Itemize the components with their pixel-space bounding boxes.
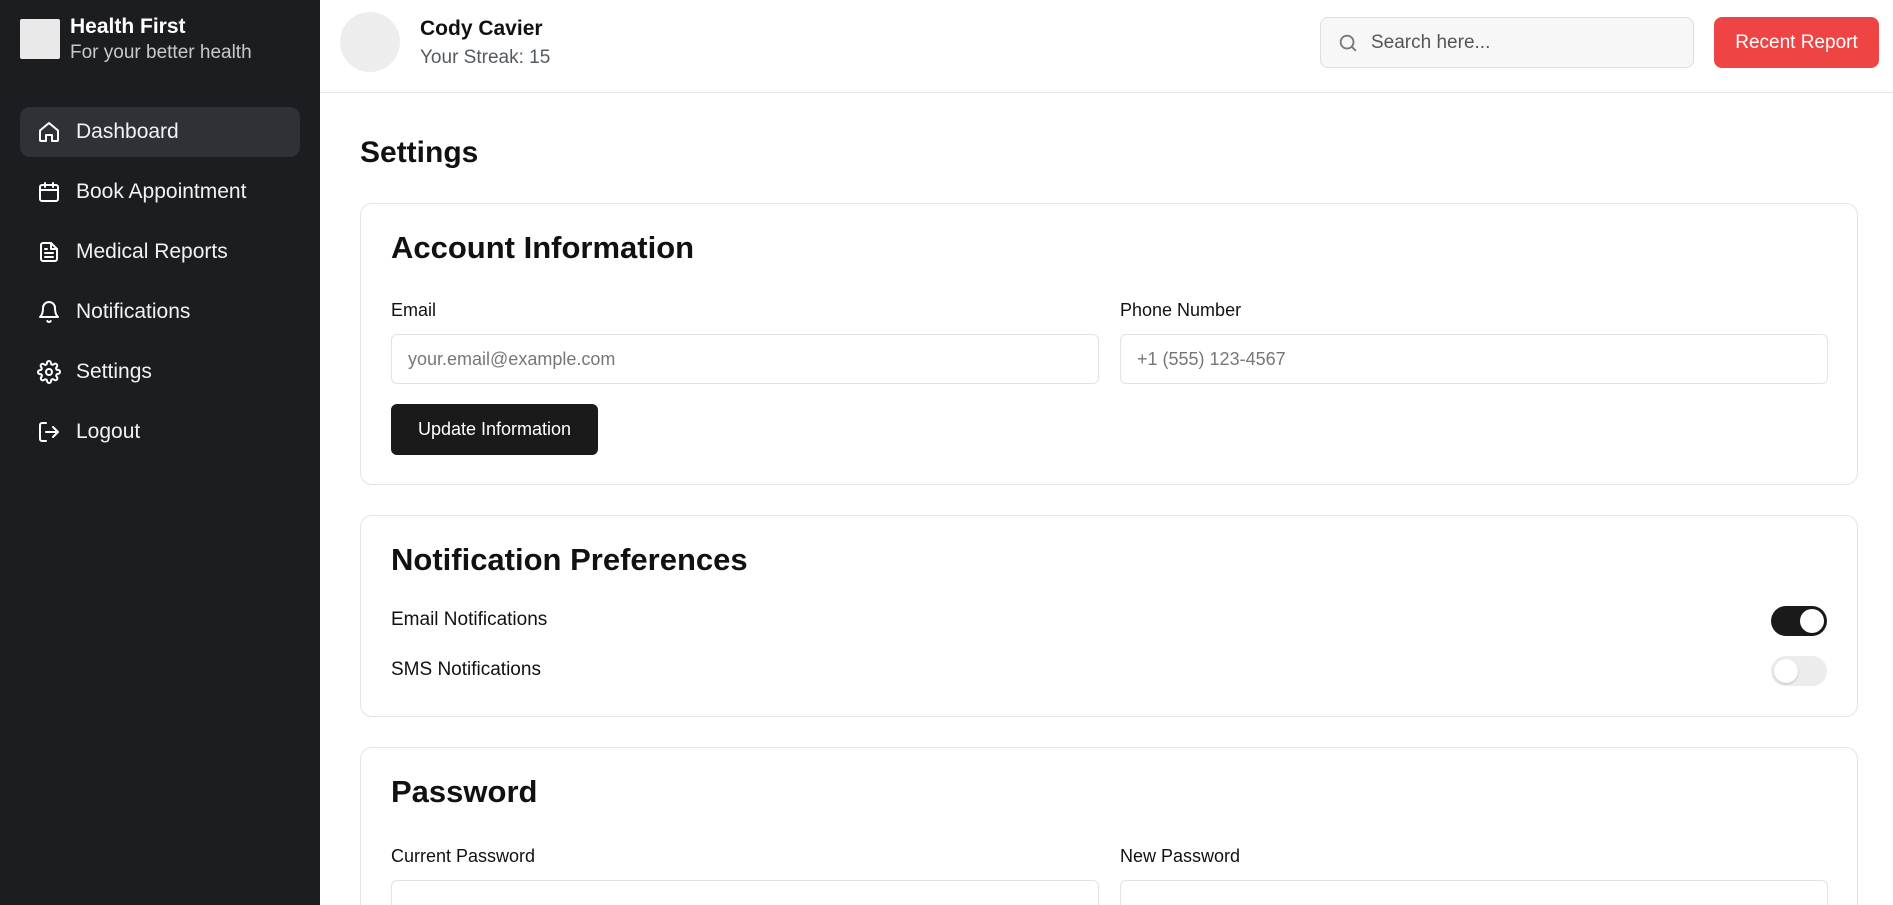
account-information-card: Account Information Email Phone Number U… (360, 203, 1858, 485)
email-notifications-label: Email Notifications (391, 609, 548, 630)
search-icon (1339, 34, 1357, 51)
search-input[interactable] (1371, 31, 1671, 54)
sidebar-item-label: Medical Reports (76, 240, 228, 263)
new-password-label: New Password (1120, 846, 1241, 866)
email-notifications-toggle[interactable] (1771, 606, 1827, 636)
sms-notifications-toggle[interactable] (1771, 656, 1827, 686)
sidebar-item-label: Logout (76, 420, 141, 443)
sidebar-item-label: Dashboard (76, 120, 179, 143)
home-icon (36, 119, 62, 145)
sidebar-item-dashboard[interactable]: Dashboard (20, 107, 300, 157)
bell-icon (36, 299, 62, 325)
brand-logo (20, 19, 60, 59)
current-password-field[interactable] (391, 880, 1099, 905)
brand: Health First For your better health (20, 16, 252, 64)
recent-report-button[interactable]: Recent Report (1714, 17, 1879, 68)
email-label: Email (391, 300, 437, 320)
toggle-knob (1800, 609, 1824, 633)
sidebar-item-label: Book Appointment (76, 180, 247, 203)
update-information-button[interactable]: Update Information (391, 404, 598, 455)
sidebar: Health First For your better health Dash… (0, 0, 320, 905)
sidebar-item-logout[interactable]: Logout (20, 407, 300, 457)
brand-subtitle: For your better health (70, 42, 252, 63)
phone-label: Phone Number (1120, 300, 1242, 320)
document-icon (36, 239, 62, 265)
logout-icon (36, 419, 62, 445)
sidebar-item-notifications[interactable]: Notifications (20, 287, 300, 337)
gear-icon (36, 359, 62, 385)
calendar-icon (36, 179, 62, 205)
sidebar-item-settings[interactable]: Settings (20, 347, 300, 397)
password-card: Password Current Password New Password (360, 747, 1858, 905)
user-streak: Your Streak: 15 (420, 47, 551, 68)
sidebar-item-medical-reports[interactable]: Medical Reports (20, 227, 300, 277)
card-title-password: Password (391, 774, 538, 809)
sidebar-nav: Dashboard Book Appointment Medical Repor… (20, 107, 300, 467)
sms-notifications-label: SMS Notifications (391, 659, 541, 680)
notification-preferences-card: Notification Preferences Email Notificat… (360, 515, 1858, 717)
email-field[interactable] (391, 334, 1099, 384)
page-title: Settings (360, 136, 479, 169)
phone-field[interactable] (1120, 334, 1828, 384)
brand-title: Health First (70, 15, 186, 38)
avatar[interactable] (340, 12, 400, 72)
user-name: Cody Cavier (420, 17, 543, 40)
card-title-account: Account Information (391, 230, 695, 265)
top-header: Cody Cavier Your Streak: 15 Recent Repor… (320, 0, 1893, 93)
sidebar-item-label: Settings (76, 360, 152, 383)
toggle-knob (1774, 659, 1798, 683)
card-title-notifications: Notification Preferences (391, 542, 748, 577)
current-password-label: Current Password (391, 846, 536, 866)
sidebar-item-label: Notifications (76, 300, 191, 323)
sidebar-item-book-appointment[interactable]: Book Appointment (20, 167, 300, 217)
search-box[interactable] (1320, 17, 1694, 68)
new-password-field[interactable] (1120, 880, 1828, 905)
